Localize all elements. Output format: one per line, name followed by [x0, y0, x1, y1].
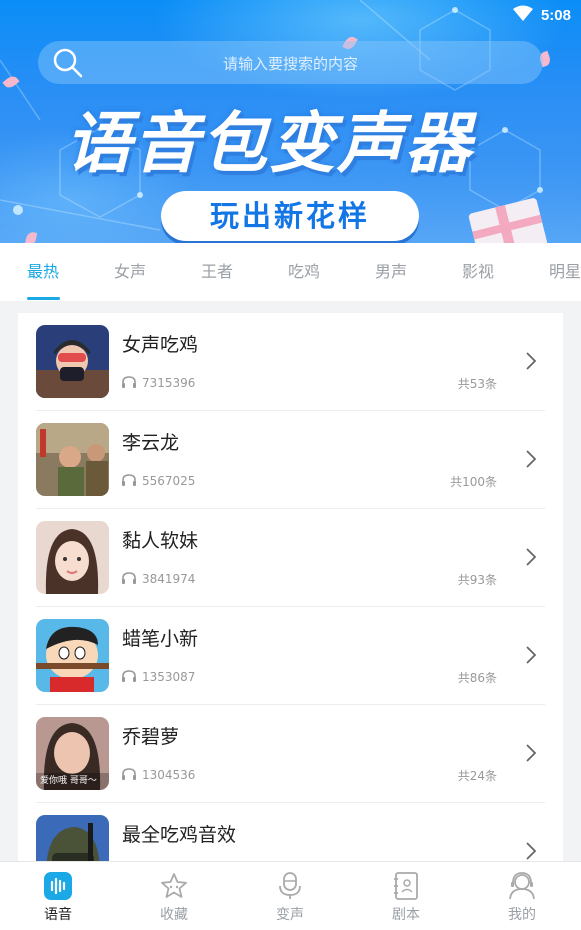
item-count: 共93条: [457, 573, 497, 587]
tab-hot[interactable]: 最热: [27, 243, 59, 301]
avatar-girl: [36, 521, 109, 594]
play-count-value: 5567025: [142, 474, 196, 488]
avatar-girl-goggles: [36, 325, 109, 398]
item-title: 蜡笔小新: [122, 628, 199, 650]
list-item[interactable]: 黏人软妹 3841974 共93条: [18, 509, 563, 607]
play-count: 7315396: [122, 375, 195, 391]
item-count: 共24条: [457, 769, 497, 783]
nav-favorites[interactable]: 收藏: [116, 862, 232, 930]
play-count-value: 1304536: [142, 768, 196, 782]
nav-profile-label: 我的: [508, 907, 536, 923]
nav-script[interactable]: 剧本: [348, 862, 464, 930]
play-count: 3841974: [122, 571, 195, 587]
play-count-value: 1353087: [142, 670, 196, 684]
play-count: 1304536: [122, 767, 195, 783]
headphones-icon: [122, 571, 136, 587]
item-count: 共53条: [457, 377, 497, 391]
nav-favorites-label: 收藏: [160, 907, 188, 923]
nav-voice-change-label: 变声: [276, 907, 304, 923]
search-placeholder[interactable]: 请输入要搜索的内容: [38, 53, 543, 74]
thumb-caption: 爱你哦 哥哥～: [40, 776, 97, 786]
tab-female-voice[interactable]: 女声: [114, 243, 146, 301]
item-title: 李云龙: [122, 432, 180, 454]
active-tab-indicator: [27, 297, 60, 300]
avatar-woman: 爱你哦 哥哥～: [36, 717, 109, 790]
wifi-icon: [512, 5, 533, 25]
item-count: 共100条: [450, 475, 497, 489]
chevron-right-icon[interactable]: [525, 449, 537, 473]
list-item[interactable]: 李云龙 5567025 共100条: [18, 411, 563, 509]
avatar-soldiers: [36, 423, 109, 496]
voice-icon[interactable]: [43, 871, 73, 901]
play-count-value: 3841974: [142, 572, 196, 586]
chevron-right-icon[interactable]: [525, 547, 537, 571]
item-title: 乔碧萝: [122, 726, 180, 748]
nav-voice-label: 语音: [44, 907, 72, 923]
headphones-icon: [122, 767, 136, 783]
item-title: 黏人软妹: [122, 530, 199, 552]
status-time: 5:08: [540, 6, 571, 24]
voice-pack-list: 女声吃鸡 7315396 共53条 李云龙 5567025 共100条 黏人软妹…: [18, 313, 563, 873]
banner[interactable]: 5:08 请输入要搜索的内容 语音包变声器 玩出新花样: [0, 0, 581, 243]
chevron-right-icon[interactable]: [525, 743, 537, 767]
play-count: 5567025: [122, 473, 195, 489]
list-item[interactable]: 蜡笔小新 1353087 共86条: [18, 607, 563, 705]
microphone-icon[interactable]: [275, 871, 305, 901]
list-item[interactable]: 爱你哦 哥哥～ 乔碧萝 1304536 共24条: [18, 705, 563, 803]
chevron-right-icon[interactable]: [525, 645, 537, 669]
status-bar: 5:08: [512, 4, 571, 26]
item-title: 女声吃鸡: [122, 334, 199, 356]
nav-voice-change[interactable]: 变声: [232, 862, 348, 930]
headphones-icon: [122, 375, 136, 391]
bottom-navigation: 语音 收藏 变声 剧本 我的: [0, 861, 581, 930]
play-count: 1353087: [122, 669, 195, 685]
banner-title: 语音包变声器: [65, 105, 473, 182]
script-book-icon[interactable]: [391, 871, 421, 901]
headphones-icon: [122, 669, 136, 685]
tab-star[interactable]: 明星: [549, 243, 581, 301]
search-bar[interactable]: 请输入要搜索的内容: [38, 41, 543, 84]
banner-subtitle: 玩出新花样: [161, 191, 419, 241]
list-item[interactable]: 女声吃鸡 7315396 共53条: [18, 313, 563, 411]
nav-profile[interactable]: 我的: [464, 862, 580, 930]
headphones-icon: [122, 473, 136, 489]
profile-icon[interactable]: [507, 871, 537, 901]
category-tabs: 最热 女声 王者 吃鸡 男声 影视 明星: [0, 243, 581, 301]
play-count-value: 7315396: [142, 376, 196, 390]
tab-male-voice[interactable]: 男声: [375, 243, 407, 301]
item-title: 最全吃鸡音效: [122, 824, 237, 846]
tab-chicken[interactable]: 吃鸡: [288, 243, 320, 301]
item-count: 共86条: [457, 671, 497, 685]
star-icon[interactable]: [159, 871, 189, 901]
tab-king[interactable]: 王者: [201, 243, 233, 301]
nav-voice[interactable]: 语音: [0, 862, 116, 930]
tab-film[interactable]: 影视: [462, 243, 494, 301]
nav-script-label: 剧本: [392, 907, 420, 923]
avatar-cartoon-boy: [36, 619, 109, 692]
chevron-right-icon[interactable]: [525, 351, 537, 375]
